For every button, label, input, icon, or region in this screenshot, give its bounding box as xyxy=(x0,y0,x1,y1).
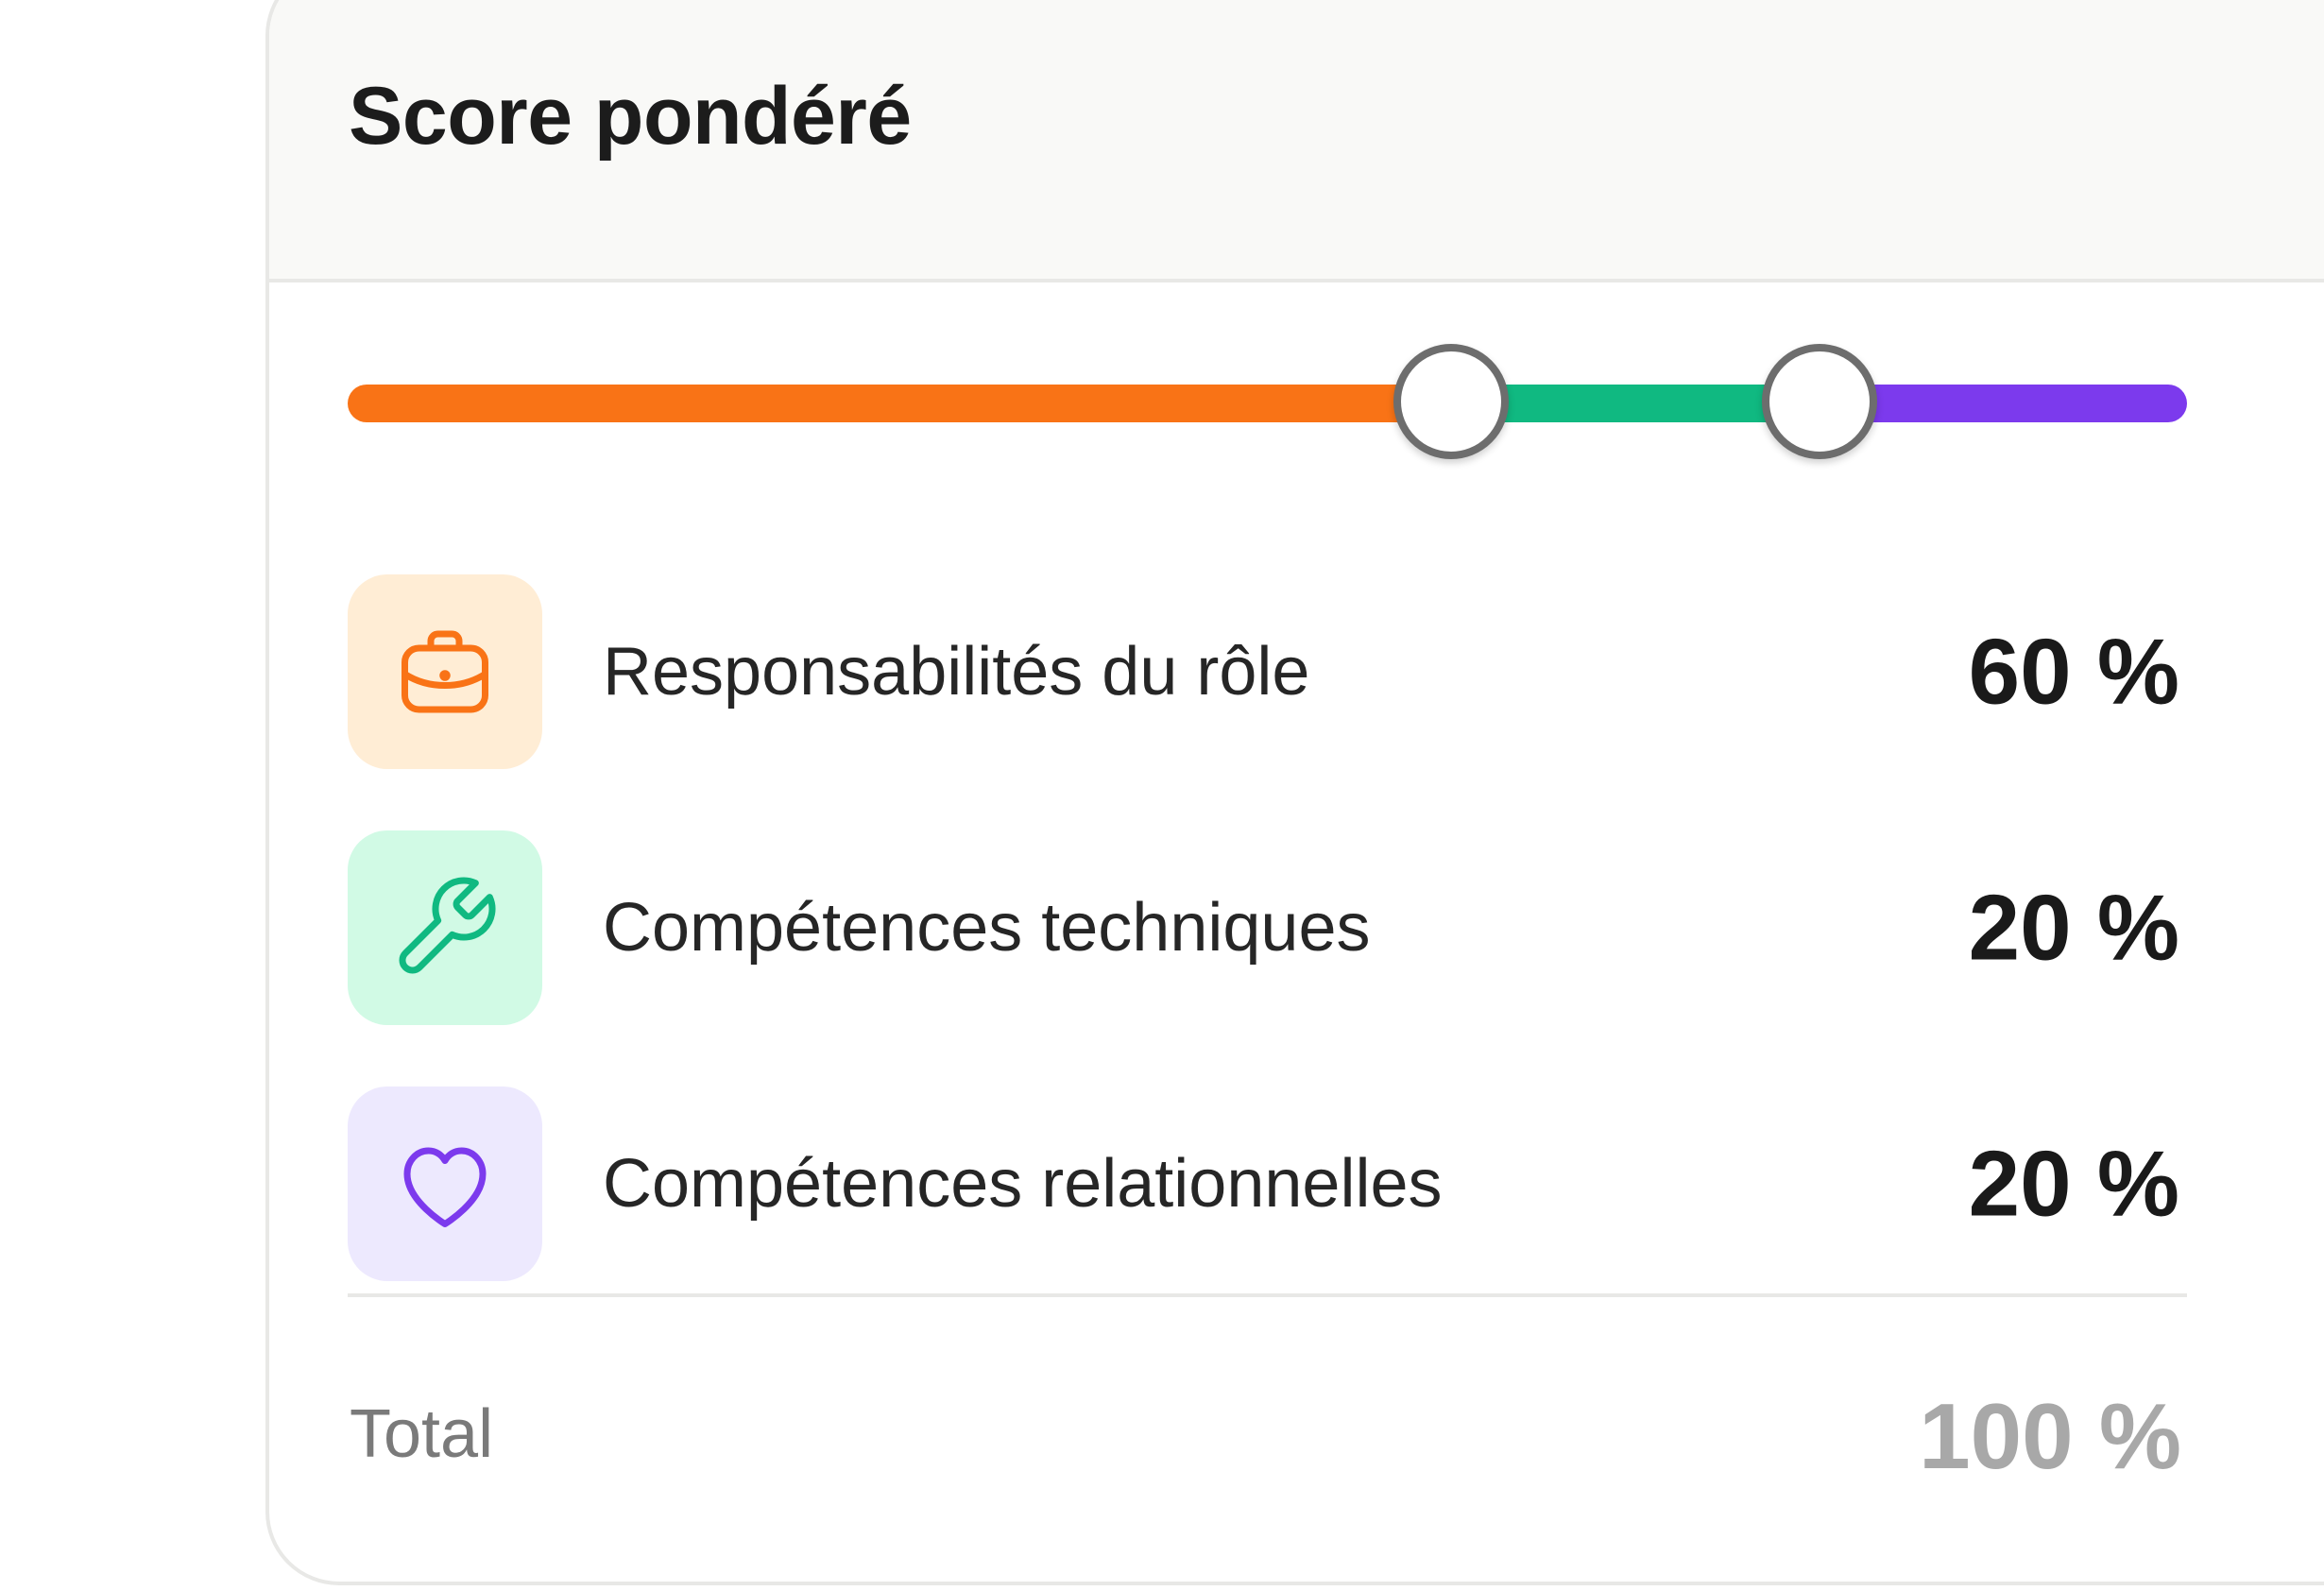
criteria-row-role: Responsabilités du rôle 60 % xyxy=(348,574,2187,769)
total-divider xyxy=(348,1293,2187,1297)
card-header: Score pondéré xyxy=(269,0,2324,282)
heart-icon xyxy=(348,1086,542,1281)
criteria-row-technical: Compétences techniques 20 % xyxy=(348,830,2187,1025)
slider-handle-2[interactable] xyxy=(1761,344,1877,459)
criteria-label: Responsabilités du rôle xyxy=(603,634,1310,710)
criteria-weight: 20 % xyxy=(1968,875,2179,980)
slider-segment-role xyxy=(348,385,1452,422)
slider-handle-1[interactable] xyxy=(1393,344,1510,459)
card-title: Score pondéré xyxy=(349,71,912,162)
criteria-weight: 20 % xyxy=(1968,1131,2179,1236)
criteria-row-interpersonal: Compétences relationnelles 20 % xyxy=(348,1086,2187,1281)
total-value: 100 % xyxy=(1919,1384,2181,1488)
weight-range-slider[interactable] xyxy=(348,344,2187,461)
total-label: Total xyxy=(350,1396,494,1472)
briefcase-icon xyxy=(348,574,542,769)
weighted-score-card: Score pondéré Responsabilités du rôle 60… xyxy=(265,0,2324,1585)
criteria-label: Compétences relationnelles xyxy=(603,1146,1443,1222)
wrench-icon xyxy=(348,830,542,1025)
criteria-weight: 60 % xyxy=(1968,619,2179,724)
criteria-label: Compétences techniques xyxy=(603,890,1371,966)
